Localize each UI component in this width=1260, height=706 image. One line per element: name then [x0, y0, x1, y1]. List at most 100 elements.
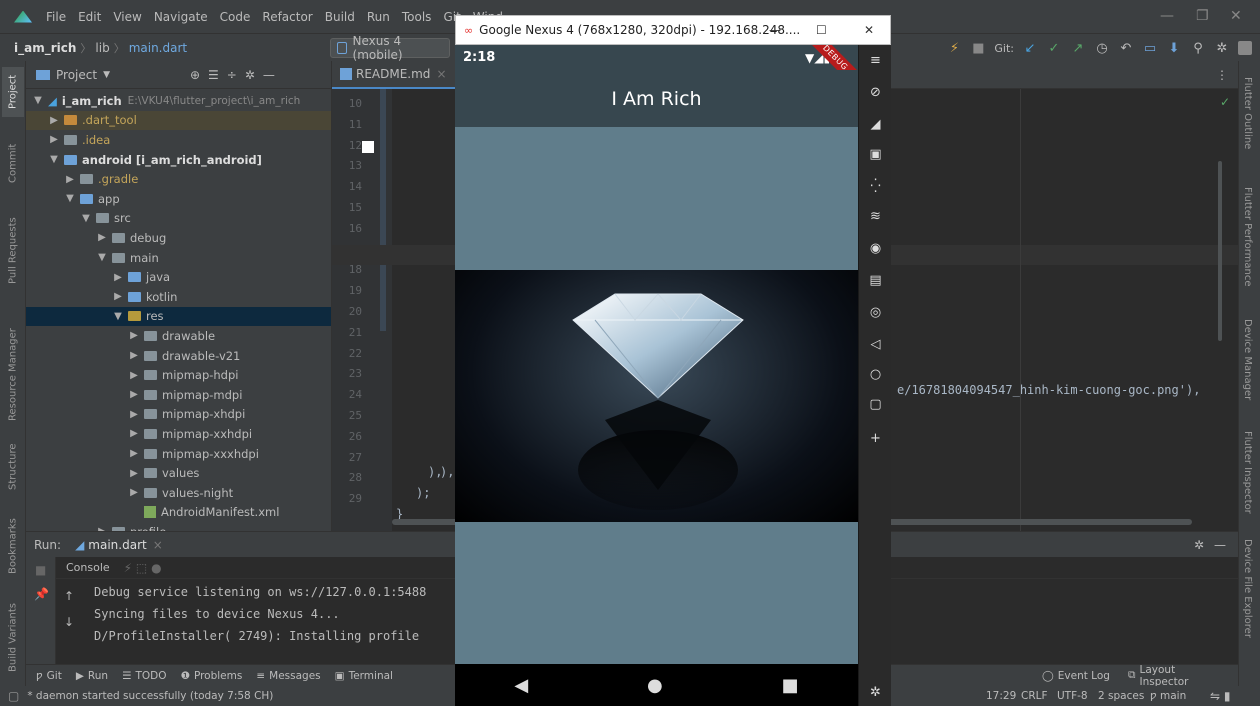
menu-navigate[interactable]: Navigate [148, 10, 214, 24]
sdk-manager-icon[interactable]: ⬇ [1166, 40, 1182, 56]
project-tree-item[interactable]: ▼ ◢ i_am_rich E:\VKU4\flutter_project\i_am_… [26, 91, 331, 111]
status-toggle-icon[interactable]: ▢ [8, 689, 19, 703]
tool-tab-flutter-performance[interactable]: Flutter Performance [1242, 187, 1253, 317]
tool-layout-inspector[interactable]: ⧉ Layout Inspector [1128, 664, 1224, 688]
chevron-down-icon[interactable]: ▼ [103, 70, 110, 80]
project-tree-item[interactable]: ▼ app [26, 189, 331, 209]
project-tree-item[interactable]: ▶ java [26, 267, 331, 287]
tool-tab-commit[interactable]: Commit [2, 135, 24, 191]
ide-close-icon[interactable]: ✕ [1230, 8, 1242, 24]
indent-setting[interactable]: 2 spaces [1098, 690, 1144, 702]
tool-messages[interactable]: ≡ Messages [256, 670, 320, 682]
tool-tab-pull-requests[interactable]: Pull Requests [2, 206, 24, 296]
chevron-down-icon[interactable]: ▼ [64, 193, 76, 204]
chevron-right-icon[interactable]: ▶ [128, 487, 140, 498]
project-tree-item[interactable]: ▼ res [26, 306, 331, 327]
project-tree-item[interactable]: ▶ kotlin [26, 287, 331, 307]
chevron-right-icon[interactable]: ▶ [64, 174, 76, 185]
emulator-minimize-icon[interactable]: — [769, 23, 781, 37]
tool-tab-bookmarks[interactable]: Bookmarks [2, 511, 24, 581]
more-tabs-icon[interactable]: ⋮ [1216, 68, 1228, 82]
tool-tab-device-manager[interactable]: Device Manager [1242, 319, 1253, 419]
back-icon[interactable]: ◁ [859, 333, 892, 355]
project-tree-item[interactable]: ▶ values-night [26, 483, 331, 503]
menu-run[interactable]: Run [361, 10, 396, 24]
project-view-selector[interactable]: Project [56, 68, 97, 82]
caret-position[interactable]: 17:29 [986, 690, 1016, 702]
menu-file[interactable]: File [40, 10, 72, 24]
chevron-down-icon[interactable]: ▼ [48, 154, 60, 165]
status-message[interactable]: * daemon started successfully (today 7:5… [27, 690, 273, 702]
chevron-right-icon[interactable]: ▶ [112, 291, 124, 302]
project-tree-item[interactable]: ▶ mipmap-mdpi [26, 385, 331, 405]
chevron-right-icon[interactable]: ▶ [48, 134, 60, 145]
tool-event-log[interactable]: ◯ Event Log [1042, 670, 1110, 682]
menu-edit[interactable]: Edit [72, 10, 107, 24]
ide-minimize-icon[interactable]: — [1160, 8, 1174, 24]
console-actions-icon[interactable]: ⚡ ⬚ ● [124, 561, 162, 575]
chevron-down-icon[interactable]: ▼ [112, 311, 124, 322]
chevron-down-icon[interactable]: ▼ [80, 213, 92, 224]
device-manager-icon[interactable]: ▭ [1142, 40, 1158, 56]
tool-todo[interactable]: ☰ TODO [122, 670, 166, 682]
project-tree-item[interactable]: ▶ .dart_tool [26, 110, 331, 131]
close-tab-icon[interactable]: × [436, 67, 446, 81]
project-tree-item[interactable]: ▶ mipmap-xxxhdpi [26, 444, 331, 464]
project-tree-item[interactable]: ▼ android [i_am_rich_android] [26, 150, 331, 170]
tool-git[interactable]: ƿ Git [36, 670, 62, 682]
emulator-screen[interactable]: 2:18 ▼◢▮ DEBUG I Am Rich ◀ ● ■ [455, 45, 858, 706]
editor-scrollbar[interactable] [1218, 161, 1222, 341]
project-tree-item[interactable]: ▶profile [26, 522, 331, 531]
chevron-right-icon[interactable]: ▶ [128, 389, 140, 400]
run-settings-gear-icon[interactable]: ✲ [1194, 538, 1204, 552]
tool-tab-structure[interactable]: Structure [2, 433, 24, 501]
chevron-down-icon[interactable]: ▼ [32, 95, 44, 106]
menu-build[interactable]: Build [319, 10, 361, 24]
project-tree-item[interactable]: ▶ mipmap-xxhdpi [26, 424, 331, 444]
tool-tab-project[interactable]: Project [2, 67, 24, 117]
overview-icon[interactable]: ▢ [859, 393, 892, 415]
git-update-icon[interactable]: ↙ [1022, 40, 1038, 56]
chevron-right-icon[interactable]: ▶ [128, 428, 140, 439]
project-tree-item[interactable]: ▶ mipmap-hdpi [26, 365, 331, 385]
chevron-right-icon[interactable]: ▶ [128, 468, 140, 479]
file-encoding[interactable]: UTF-8 [1057, 690, 1088, 702]
menu-tools[interactable]: Tools [396, 10, 438, 24]
tool-tab-flutter-inspector[interactable]: Flutter Inspector [1242, 431, 1253, 541]
git-push-icon[interactable]: ↗ [1070, 40, 1086, 56]
breadcrumb-project[interactable]: i_am_rich [10, 41, 80, 55]
git-commit-icon[interactable]: ✓ [1046, 40, 1062, 56]
avatar[interactable] [1238, 41, 1252, 55]
rollback-icon[interactable]: ↶ [1118, 40, 1134, 56]
chevron-right-icon[interactable]: ▶ [128, 409, 140, 420]
chevron-right-icon[interactable]: ▶ [128, 448, 140, 459]
tool-problems[interactable]: ❶ Problems [181, 670, 243, 682]
history-icon[interactable]: ◷ [1094, 40, 1110, 56]
close-run-tab-icon[interactable]: × [153, 538, 163, 552]
gps-icon[interactable]: ◉ [859, 237, 892, 259]
emulator-menu-icon[interactable]: ≡ [859, 49, 892, 71]
id-icon[interactable]: ▣ [859, 143, 892, 165]
project-tree-item[interactable]: AndroidManifest.xml [26, 503, 331, 523]
project-tree-item[interactable]: ▶ drawable-v21 [26, 346, 331, 366]
opengapps-icon[interactable]: ◎ [859, 301, 892, 323]
tool-tab-build-variants[interactable]: Build Variants [2, 595, 24, 681]
flutter-attach-icon[interactable]: ⚡ [946, 40, 962, 56]
run-minimize-icon[interactable]: — [1214, 538, 1226, 552]
emulator-settings-gear-icon[interactable]: ✲ [859, 681, 892, 703]
editor-tab-readme[interactable]: README.md × [332, 61, 455, 89]
emulator-maximize-icon[interactable]: ☐ [816, 23, 827, 37]
menu-refactor[interactable]: Refactor [256, 10, 318, 24]
run-tab-main-dart[interactable]: main.dart [88, 538, 146, 552]
settings-gear-icon[interactable]: ✲ [1214, 40, 1230, 56]
project-panel-actions[interactable]: ⊕☰÷✲— [190, 68, 283, 82]
menu-code[interactable]: Code [214, 10, 257, 24]
console-tab[interactable]: Console [66, 561, 110, 574]
project-tree-item[interactable]: ▶ values [26, 463, 331, 483]
film-icon[interactable]: ▤ [859, 269, 892, 291]
nav-overview-icon[interactable]: ■ [782, 675, 799, 696]
breadcrumb-file[interactable]: main.dart [125, 41, 191, 55]
project-tree-item[interactable]: ▶ .gradle [26, 169, 331, 189]
power-icon[interactable]: ⊘ [859, 81, 892, 103]
home-icon[interactable]: ○ [859, 363, 892, 385]
